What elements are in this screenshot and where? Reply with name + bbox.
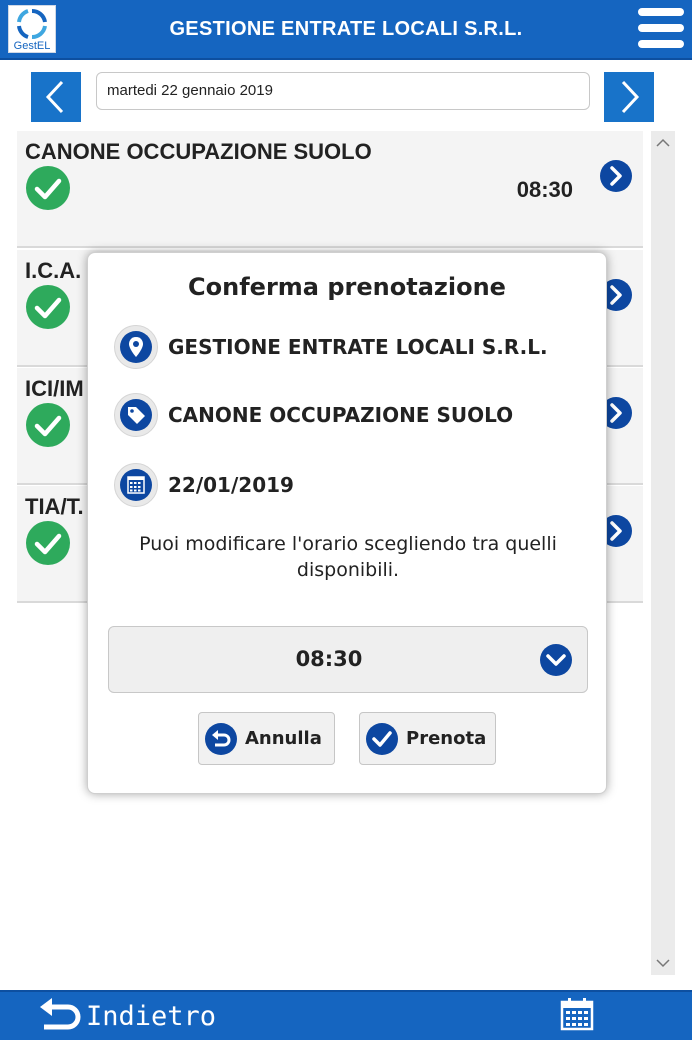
next-day-button[interactable] [604,72,654,122]
chevron-down-icon [540,644,572,676]
time-select[interactable]: 08:30 [108,626,588,693]
service-list-item[interactable]: CANONE OCCUPAZIONE SUOLO 08:30 [17,131,643,248]
chevron-right-circle-icon[interactable] [599,159,633,193]
service-title: ICI/IM [25,376,84,401]
cancel-label: Annulla [245,728,322,749]
service-name: CANONE OCCUPAZIONE SUOLO [168,403,514,427]
calendar-icon-wrap [114,463,158,507]
undo-icon [205,723,237,755]
check-icon [26,285,70,329]
app-footer: Indietro [0,990,692,1040]
hamburger-menu-icon[interactable] [638,8,684,50]
booking-confirm-dialog: Conferma prenotazione GESTIONE ENTRATE L… [87,252,607,794]
calendar-icon[interactable] [560,997,594,1031]
scrollbar[interactable] [651,131,675,975]
previous-day-button[interactable] [31,72,81,122]
check-circle-icon [366,723,398,755]
calendar-icon [120,469,152,501]
tag-icon-wrap [114,393,158,437]
location-icon-wrap [114,325,158,369]
book-label: Prenota [406,728,487,749]
scroll-down-icon[interactable] [655,957,671,969]
dialog-title: Conferma prenotazione [188,273,506,301]
check-icon [26,403,70,447]
back-label: Indietro [86,1001,217,1032]
app-header: GestEL GESTIONE ENTRATE LOCALI S.R.L. [0,0,692,60]
booking-date: 22/01/2019 [168,473,294,497]
service-title: I.C.A. [25,258,82,283]
selected-time: 08:30 [295,647,363,671]
check-icon [26,521,70,565]
tag-icon [120,399,152,431]
time-change-note: Puoi modificare l'orario scegliendo tra … [139,533,557,581]
chevron-right-icon [621,80,640,114]
header-title: GESTIONE ENTRATE LOCALI S.R.L. [169,18,523,40]
logo-text: GestEL [13,40,51,52]
book-button[interactable]: Prenota [359,712,496,765]
service-time: 08:30 [516,177,573,202]
check-icon [26,166,70,210]
scroll-up-icon[interactable] [655,137,671,149]
logo-arrows-icon [17,8,47,40]
date-field[interactable]: martedi 22 gennaio 2019 [96,72,590,110]
service-title: CANONE OCCUPAZIONE SUOLO [25,139,372,164]
cancel-button[interactable]: Annulla [198,712,335,765]
back-arrow-icon [40,998,81,1030]
office-name: GESTIONE ENTRATE LOCALI S.R.L. [168,335,548,359]
service-title: TIA/T. [25,494,84,519]
location-pin-icon [120,331,152,363]
gestel-logo: GestEL [8,5,56,53]
chevron-left-icon [45,80,64,114]
